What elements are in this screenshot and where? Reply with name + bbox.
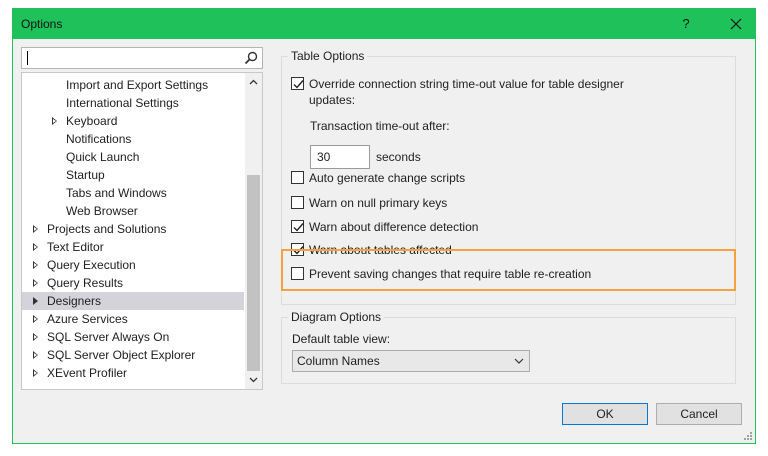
tree-item-label: SQL Server Always On bbox=[47, 330, 170, 344]
override-timeout-label-continued: updates: bbox=[309, 93, 356, 107]
tree-item-notifications[interactable]: Notifications bbox=[22, 130, 244, 148]
chevron-down-icon bbox=[249, 377, 258, 383]
tree-item-label: Startup bbox=[66, 168, 105, 182]
help-button[interactable]: ? bbox=[673, 13, 699, 35]
scroll-up-button[interactable] bbox=[245, 73, 262, 90]
tree-item-keyboard[interactable]: Keyboard bbox=[22, 112, 244, 130]
resize-grip-icon[interactable] bbox=[743, 431, 753, 441]
expand-arrow-icon[interactable] bbox=[33, 315, 38, 323]
group-title: Diagram Options bbox=[288, 310, 385, 324]
tree-item-text-editor[interactable]: Text Editor bbox=[22, 238, 244, 256]
tree-item-label: Text Editor bbox=[47, 240, 104, 254]
tree-item-label: Quick Launch bbox=[66, 150, 140, 164]
chevron-down-icon bbox=[514, 358, 524, 364]
tree-item-label: International Settings bbox=[66, 96, 179, 110]
options-dialog: Options ? Import and Export Settings Int… bbox=[12, 8, 756, 444]
window-title: Options bbox=[21, 17, 63, 31]
tree-item-label: Designers bbox=[47, 294, 102, 308]
checkbox-box[interactable] bbox=[291, 77, 304, 90]
tree-item-international-settings[interactable]: International Settings bbox=[22, 94, 244, 112]
search-icon[interactable] bbox=[243, 50, 259, 66]
tree-item-label: Query Execution bbox=[47, 258, 136, 272]
close-icon bbox=[730, 18, 742, 30]
default-view-select[interactable]: Column Names bbox=[292, 350, 530, 372]
checkbox-label: Warn on null primary keys bbox=[309, 196, 448, 210]
tree-item-label: Projects and Solutions bbox=[47, 222, 167, 236]
timeout-label: Transaction time-out after: bbox=[310, 119, 450, 133]
highlight-annotation bbox=[281, 249, 736, 291]
expand-arrow-icon[interactable] bbox=[52, 117, 57, 125]
tree-item-web-browser[interactable]: Web Browser bbox=[22, 202, 244, 220]
checkbox-box[interactable] bbox=[291, 171, 304, 184]
expand-arrow-icon[interactable] bbox=[33, 261, 38, 269]
checkmark-icon bbox=[293, 80, 304, 89]
expand-arrow-icon[interactable] bbox=[33, 279, 38, 287]
tree-item-label: Azure Services bbox=[47, 312, 128, 326]
cancel-button[interactable]: Cancel bbox=[656, 403, 742, 425]
tree-item-projects-and-solutions[interactable]: Projects and Solutions bbox=[22, 220, 244, 238]
tree-item-designers[interactable]: Designers bbox=[22, 292, 244, 310]
scroll-thumb[interactable] bbox=[247, 175, 260, 371]
scroll-down-button[interactable] bbox=[245, 372, 262, 389]
tree-item-label: Keyboard bbox=[66, 114, 118, 128]
checkbox-label: Warn about difference detection bbox=[309, 220, 479, 234]
tree-item-query-execution[interactable]: Query Execution bbox=[22, 256, 244, 274]
tree-item-azure-services[interactable]: Azure Services bbox=[22, 310, 244, 328]
checkbox-box[interactable] bbox=[291, 196, 304, 209]
search-input[interactable] bbox=[26, 50, 236, 66]
tree-item-quick-launch[interactable]: Quick Launch bbox=[22, 148, 244, 166]
tree-item-label: Tabs and Windows bbox=[66, 186, 167, 200]
tree-item-label: Web Browser bbox=[66, 204, 138, 218]
ok-button[interactable]: OK bbox=[562, 403, 648, 425]
options-tree: Import and Export Settings International… bbox=[21, 72, 263, 390]
tree-item-tabs-and-windows[interactable]: Tabs and Windows bbox=[22, 184, 244, 202]
timeout-unit-label: seconds bbox=[376, 150, 421, 164]
expand-arrow-icon[interactable] bbox=[33, 225, 38, 233]
checkbox-label: Auto generate change scripts bbox=[309, 171, 466, 185]
tree-item-label: Query Results bbox=[47, 276, 124, 290]
timeout-input[interactable]: 30 bbox=[310, 145, 370, 169]
expand-arrow-icon[interactable] bbox=[33, 297, 38, 305]
expand-arrow-icon[interactable] bbox=[33, 369, 38, 377]
select-value: Column Names bbox=[297, 354, 380, 368]
tree-item-startup[interactable]: Startup bbox=[22, 166, 244, 184]
checkbox-label: Override connection string time-out valu… bbox=[309, 77, 624, 91]
tree-item-query-results[interactable]: Query Results bbox=[22, 274, 244, 292]
default-view-label: Default table view: bbox=[292, 332, 391, 346]
checkbox-box[interactable] bbox=[291, 220, 304, 233]
chevron-up-icon bbox=[249, 79, 258, 85]
tree-item-label: XEvent Profiler bbox=[47, 366, 128, 380]
group-title: Table Options bbox=[288, 49, 368, 63]
expand-arrow-icon[interactable] bbox=[33, 243, 38, 251]
close-button[interactable] bbox=[721, 13, 751, 35]
expand-arrow-icon[interactable] bbox=[33, 333, 38, 341]
tree-item-import-export-settings[interactable]: Import and Export Settings bbox=[22, 76, 244, 94]
tree-item-xevent-profiler[interactable]: XEvent Profiler bbox=[22, 364, 244, 382]
tree-item-sql-server-always-on[interactable]: SQL Server Always On bbox=[22, 328, 244, 346]
checkmark-icon bbox=[293, 223, 304, 232]
tree-item-label: SQL Server Object Explorer bbox=[47, 348, 196, 362]
search-box[interactable] bbox=[21, 47, 263, 69]
tree-item-label: Import and Export Settings bbox=[66, 78, 209, 92]
expand-arrow-icon[interactable] bbox=[33, 351, 38, 359]
tree-item-sql-server-object-explorer[interactable]: SQL Server Object Explorer bbox=[22, 346, 244, 364]
tree-item-label: Notifications bbox=[66, 132, 132, 146]
title-bar: Options ? bbox=[13, 9, 755, 39]
tree-scrollbar[interactable] bbox=[245, 73, 262, 389]
